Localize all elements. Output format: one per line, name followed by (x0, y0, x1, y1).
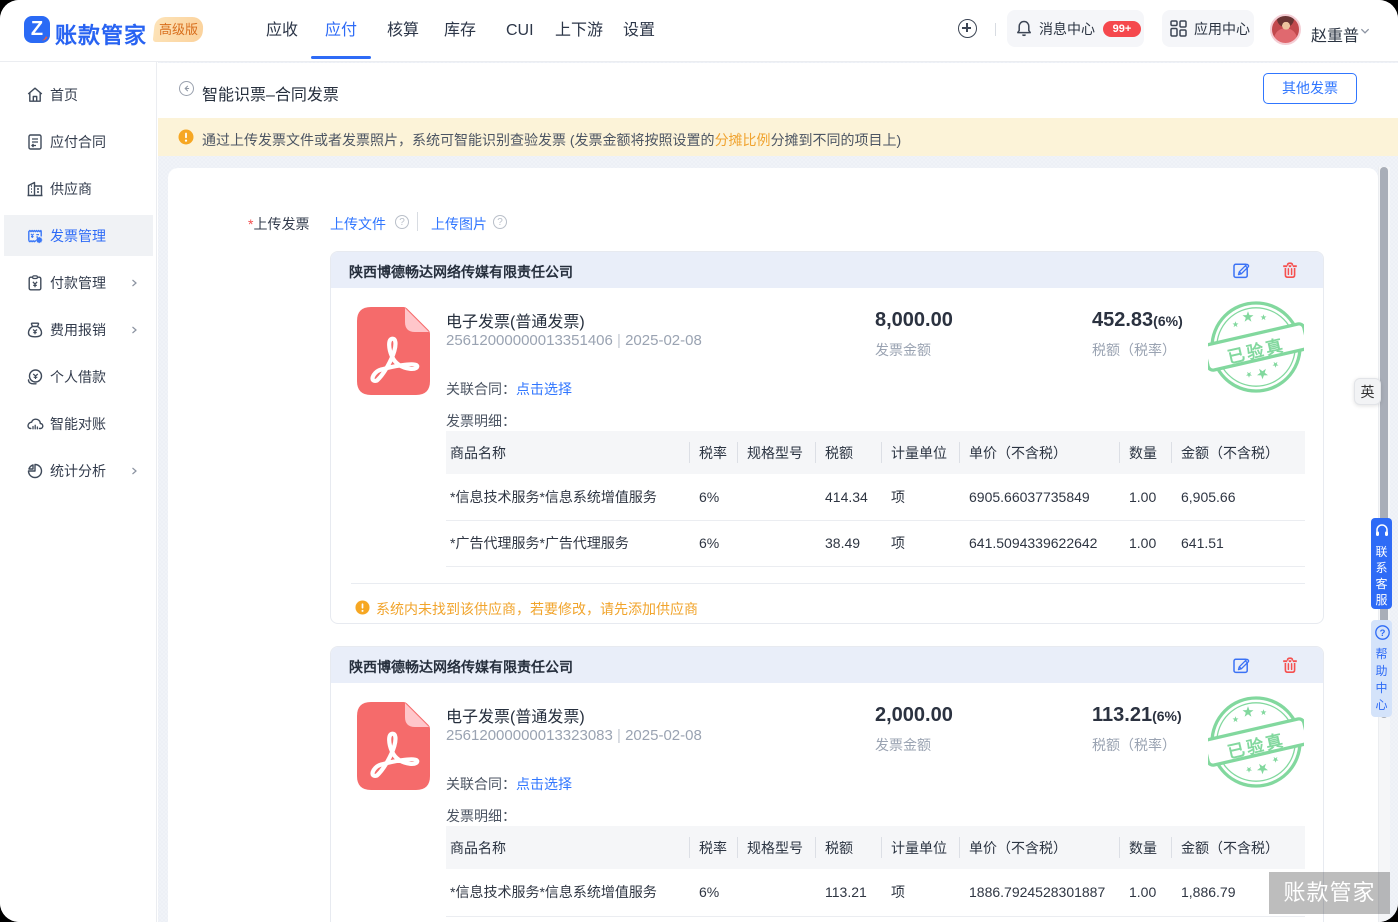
svg-text:?: ? (1379, 628, 1385, 639)
